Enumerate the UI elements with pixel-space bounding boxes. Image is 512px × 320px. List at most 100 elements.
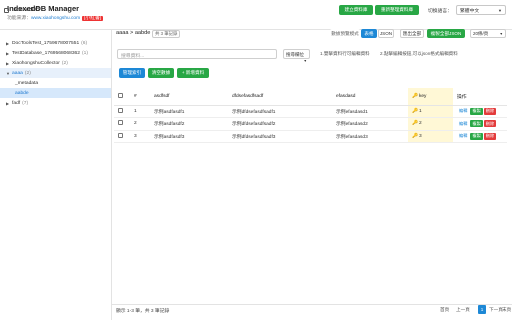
row-check-cell[interactable]	[114, 117, 130, 131]
key-icon: 🔑	[412, 121, 418, 127]
cell-efasdasd[interactable]: 示例efasdasd2	[332, 117, 408, 131]
edit-button[interactable]: 編輯	[457, 107, 470, 115]
cell-dfdsefasdfsadf[interactable]: 示例dfdsefasdfsadf2	[228, 117, 332, 131]
view-mode-table-button[interactable]: 表格	[361, 29, 377, 38]
search-input[interactable]: 搜尋資料...	[117, 49, 277, 59]
tree-item-count: (2)	[61, 60, 68, 66]
cell-asdfsdf[interactable]: 示例asdfasdf2	[150, 117, 228, 131]
key-value: 3	[418, 133, 422, 139]
tree-item-label: fadf	[12, 100, 21, 106]
sidebar-header: IndexedDB	[4, 7, 40, 13]
copy-json-button[interactable]: 複製全部JSON	[427, 29, 465, 38]
col-num: #	[130, 88, 150, 106]
clear-data-button[interactable]: 清空數據	[148, 68, 174, 78]
language-value: 繁體中文	[460, 8, 480, 14]
tree-item-xiaohongshu[interactable]: ▶ XiaohongshuCollector (2)	[0, 58, 111, 68]
edit-button[interactable]: 編輯	[457, 120, 470, 128]
cell-key: 🔑2	[408, 117, 453, 131]
tree-item-doctools[interactable]: ▶ DocToolsTest_1759678007551 (6)	[0, 38, 111, 48]
select-all-checkbox[interactable]	[118, 92, 123, 98]
table-row[interactable]: 2 示例asdfasdf2 示例dfdsefasdfsadf2 示例efasda…	[114, 117, 507, 131]
search-field-value: 搜尋欄位	[286, 52, 304, 57]
copy-button[interactable]: 複製	[470, 132, 483, 140]
copy-button[interactable]: 複製	[470, 107, 483, 115]
row-num: 1	[130, 105, 150, 118]
tree-item-aaaa[interactable]: ▼ aaaa (2)	[0, 68, 111, 78]
table-row[interactable]: 1 示例asdfasdf1 示例dfdsefasdfsadf1 示例efasda…	[114, 105, 507, 118]
tree-store-metadata[interactable]: _metadata	[0, 78, 111, 88]
table-row[interactable]: 3 示例asdfasdf3 示例dfdsefasdfsadf3 示例efasda…	[114, 130, 507, 143]
lang-label: 切換語言：	[428, 9, 452, 14]
source-link[interactable]: www.xiaohongshu.com	[31, 16, 80, 21]
database-icon	[4, 7, 9, 13]
col-dfdsefasdfsadf[interactable]: dfdsefasdfsadf	[228, 88, 332, 106]
tree-item-count: (7)	[22, 100, 29, 106]
row-check-cell[interactable]	[114, 130, 130, 143]
page-size-value: 20條/頁	[473, 31, 489, 36]
col-key[interactable]: 🔑key	[408, 88, 453, 106]
language-select[interactable]: 繁體中文 ▼	[456, 5, 506, 15]
row-checkbox[interactable]	[118, 132, 123, 138]
tree-item-label: TestDatabase_1769568068362	[12, 50, 80, 56]
delete-button[interactable]: 刪除	[483, 132, 497, 140]
table-footer	[112, 304, 512, 320]
last-page-button[interactable]: 末頁	[502, 305, 511, 314]
key-icon: 🔑	[412, 133, 418, 139]
sidebar-title: IndexedDB	[12, 7, 40, 13]
chevron-down-icon: ▼	[498, 7, 502, 13]
pagination-summary: 顯示 1-3 筆，共 3 筆記錄	[116, 309, 170, 314]
select-all-cell[interactable]	[114, 88, 130, 106]
source-badge: [小紅書]	[82, 16, 104, 21]
manage-index-button[interactable]: 管理索引	[119, 68, 145, 78]
col-ops: 操作	[453, 88, 507, 106]
key-icon: 🔑	[412, 93, 418, 99]
tree-item-count: (2)	[24, 70, 31, 76]
create-db-button[interactable]: 建立資料庫	[339, 5, 373, 15]
hint-double-click: 1.雙擊資料行可編輯資料	[320, 51, 370, 56]
tree-item-fadf[interactable]: ▶ fadf (7)	[0, 98, 111, 108]
tree-item-label: DocToolsTest_1759678007551	[12, 40, 80, 46]
chevron-down-icon: ▼	[303, 59, 307, 63]
row-actions: 編輯 複製 刪除	[453, 130, 507, 143]
cell-key: 🔑1	[408, 105, 453, 118]
next-page-button[interactable]: 下一頁	[489, 305, 503, 314]
tree-item-testdatabase[interactable]: ▶ TestDatabase_1769568068362 (1)	[0, 48, 111, 58]
cell-dfdsefasdfsadf[interactable]: 示例dfdsefasdfsadf3	[228, 130, 332, 143]
copy-button[interactable]: 複製	[470, 120, 483, 128]
tree-item-label: XiaohongshuCollector	[12, 60, 60, 66]
reload-db-button[interactable]: 重新整理資料庫	[375, 5, 419, 15]
cell-asdfsdf[interactable]: 示例asdfasdf1	[150, 105, 228, 118]
row-check-cell[interactable]	[114, 105, 130, 118]
delete-button[interactable]: 刪除	[483, 120, 497, 128]
export-all-button[interactable]: 匯出全部	[400, 29, 424, 38]
tree-item-count: (1)	[81, 50, 88, 56]
tree-item-count: (6)	[81, 40, 88, 46]
cell-dfdsefasdfsadf[interactable]: 示例dfdsefasdfsadf1	[228, 105, 332, 118]
row-num: 3	[130, 130, 150, 143]
col-efasdasd[interactable]: efasdasd	[332, 88, 408, 106]
hint-edit-json: 2.點擊編輯按鈕,可以json格式編輯資料	[380, 51, 458, 56]
row-checkbox[interactable]	[118, 107, 123, 113]
edit-button[interactable]: 編輯	[457, 132, 470, 140]
tree-store-aabde[interactable]: aabde	[0, 88, 111, 98]
tree-store-label: aabde	[15, 90, 29, 96]
row-num: 2	[130, 117, 150, 131]
records-badge: 共 3 筆記錄	[152, 30, 181, 38]
row-actions: 編輯 複製 刪除	[453, 117, 507, 131]
cell-key: 🔑3	[408, 130, 453, 143]
current-page[interactable]: 1	[478, 305, 486, 314]
view-mode-json-button[interactable]: JSON	[378, 29, 394, 38]
key-value: 2	[418, 121, 422, 127]
cell-efasdasd[interactable]: 示例efasdasd1	[332, 105, 408, 118]
col-asdfsdf[interactable]: asdfsdf	[150, 88, 228, 106]
search-field-select[interactable]: 搜尋欄位 ▼	[283, 49, 310, 63]
row-checkbox[interactable]	[118, 120, 123, 126]
cell-efasdasd[interactable]: 示例efasdasd3	[332, 130, 408, 143]
delete-button[interactable]: 刪除	[483, 107, 497, 115]
cell-asdfsdf[interactable]: 示例asdfasdf3	[150, 130, 228, 143]
prev-page-button[interactable]: 上一頁	[456, 305, 470, 314]
page-size-select[interactable]: 20條/頁 ▼	[470, 29, 506, 38]
key-icon: 🔑	[412, 108, 418, 114]
first-page-button[interactable]: 首頁	[440, 305, 449, 314]
add-data-button[interactable]: + 新增資料	[177, 68, 209, 78]
